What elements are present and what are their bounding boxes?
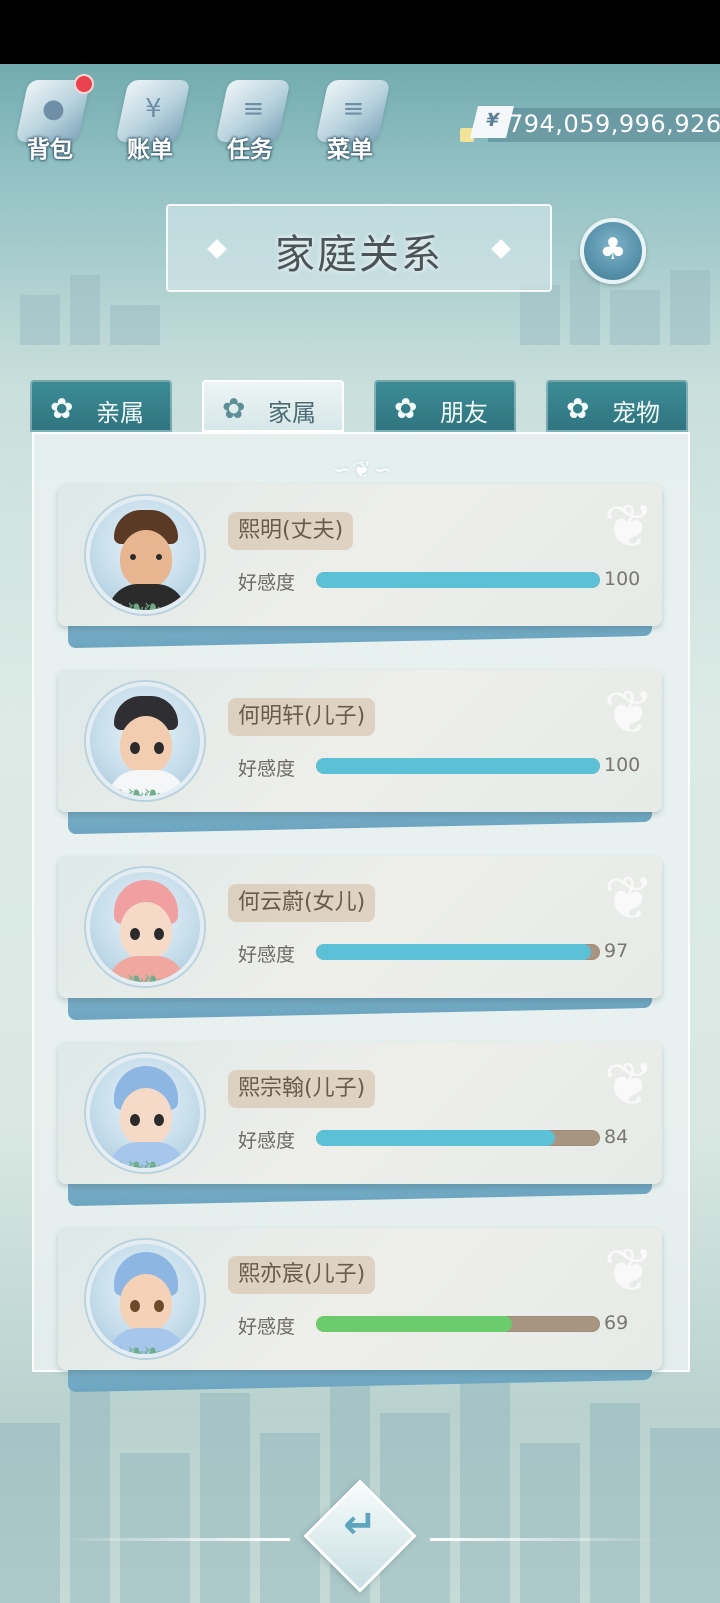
favor-label: 好感度 (238, 572, 296, 594)
hud-bag-button[interactable]: ● 背包 (8, 74, 94, 166)
baby-pink-avatar: ❧❧❧ (86, 868, 204, 986)
favor-bar (316, 572, 600, 588)
favor-bar (316, 758, 600, 774)
back-arrow-icon[interactable]: ↵ (320, 1502, 400, 1572)
leaf-icon: ❧❧❧ (110, 1340, 161, 1358)
leaf-icon: ❧❧❧ (110, 596, 161, 614)
flower-icon: ✿ (222, 392, 246, 425)
favor-value: 100 (604, 754, 641, 776)
page-title-box: 家庭关系 (166, 204, 552, 292)
member-name: 熙宗翰(儿子) (228, 1070, 376, 1108)
favor-value: 100 (604, 568, 641, 590)
divider-right (430, 1538, 660, 1541)
member-card[interactable]: ❦ ❧❧❧ 熙明(丈夫) 好感度 100 (58, 484, 662, 649)
baby-blue-avatar: ❧❧❧ (86, 1240, 204, 1358)
hud-task-label: 任务 (227, 137, 273, 163)
boy-cap-avatar: ❧❧❧ (86, 682, 204, 800)
hud-task-button[interactable]: ≡ 任务 (208, 74, 292, 166)
favor-bar (316, 944, 600, 960)
favor-value: 97 (604, 940, 629, 962)
floral-deco-icon: ❦ (603, 1236, 654, 1306)
tab-label: 宠物 (612, 399, 660, 427)
divider-left (60, 1538, 290, 1541)
floral-deco-icon: ❦ (603, 678, 654, 748)
flower-icon: ✿ (566, 392, 590, 425)
man-avatar: ❧❧❧ (86, 496, 204, 614)
favor-bar (316, 1130, 600, 1146)
favor-value: 69 (604, 1312, 629, 1334)
hud-menu-label: 菜单 (327, 137, 373, 163)
favor-label: 好感度 (238, 944, 296, 966)
baby-blue-avatar: ❧❧❧ (86, 1054, 204, 1172)
tab-family[interactable]: ✿ 家属 (202, 380, 344, 432)
tab-relatives[interactable]: ✿ 亲属 (30, 380, 172, 432)
floral-deco-icon: ❦ (603, 1050, 654, 1120)
favor-label: 好感度 (238, 1316, 296, 1338)
member-name: 何明轩(儿子) (228, 698, 376, 736)
member-card[interactable]: ❦ ❧❧❧ 熙宗翰(儿子) 好感度 84 (58, 1042, 662, 1207)
tab-label: 亲属 (96, 399, 144, 427)
ornament-icon: ∽❦∽ (332, 458, 394, 483)
tab-label: 家属 (268, 399, 316, 427)
status-bar (0, 0, 720, 64)
tab-label: 朋友 (440, 399, 488, 427)
member-card[interactable]: ❦ ❧❧❧ 熙亦宸(儿子) 好感度 69 (58, 1228, 662, 1393)
hud-bag-label: 背包 (27, 137, 73, 163)
favor-label: 好感度 (238, 1130, 296, 1152)
hud-menu-button[interactable]: ≡ 菜单 (308, 74, 392, 166)
favor-label: 好感度 (238, 758, 296, 780)
hud-bill-button[interactable]: ¥ 账单 (108, 74, 192, 166)
floral-deco-icon: ❦ (603, 492, 654, 562)
member-name: 熙明(丈夫) (228, 512, 354, 550)
tab-pets[interactable]: ✿ 宠物 (546, 380, 688, 432)
floral-deco-icon: ❦ (603, 864, 654, 934)
member-name: 熙亦宸(儿子) (228, 1256, 376, 1294)
favor-value: 84 (604, 1126, 629, 1148)
money-display: ¥ 794,059,996,926 (460, 106, 720, 142)
hud-bill-label: 账单 (127, 137, 173, 163)
leaf-icon: ❧❧❧ (110, 1154, 161, 1172)
flower-icon: ✿ (394, 392, 418, 425)
favor-bar (316, 1316, 600, 1332)
member-name: 何云蔚(女儿) (228, 884, 376, 922)
tab-friends[interactable]: ✿ 朋友 (374, 380, 516, 432)
leaf-icon: ❧❧❧ (110, 782, 161, 800)
family-tree-icon: ♣ (599, 232, 627, 267)
notification-badge (74, 74, 94, 94)
leaf-icon: ❧❧❧ (110, 968, 161, 986)
family-tree-button[interactable]: ♣ (580, 218, 646, 284)
member-card[interactable]: ❦ ❧❧❧ 何云蔚(女儿) 好感度 97 (58, 856, 662, 1021)
flower-icon: ✿ (50, 392, 74, 425)
money-value: 794,059,996,926 (508, 110, 720, 138)
member-card[interactable]: ❦ ❧❧❧ 何明轩(儿子) 好感度 100 (58, 670, 662, 835)
